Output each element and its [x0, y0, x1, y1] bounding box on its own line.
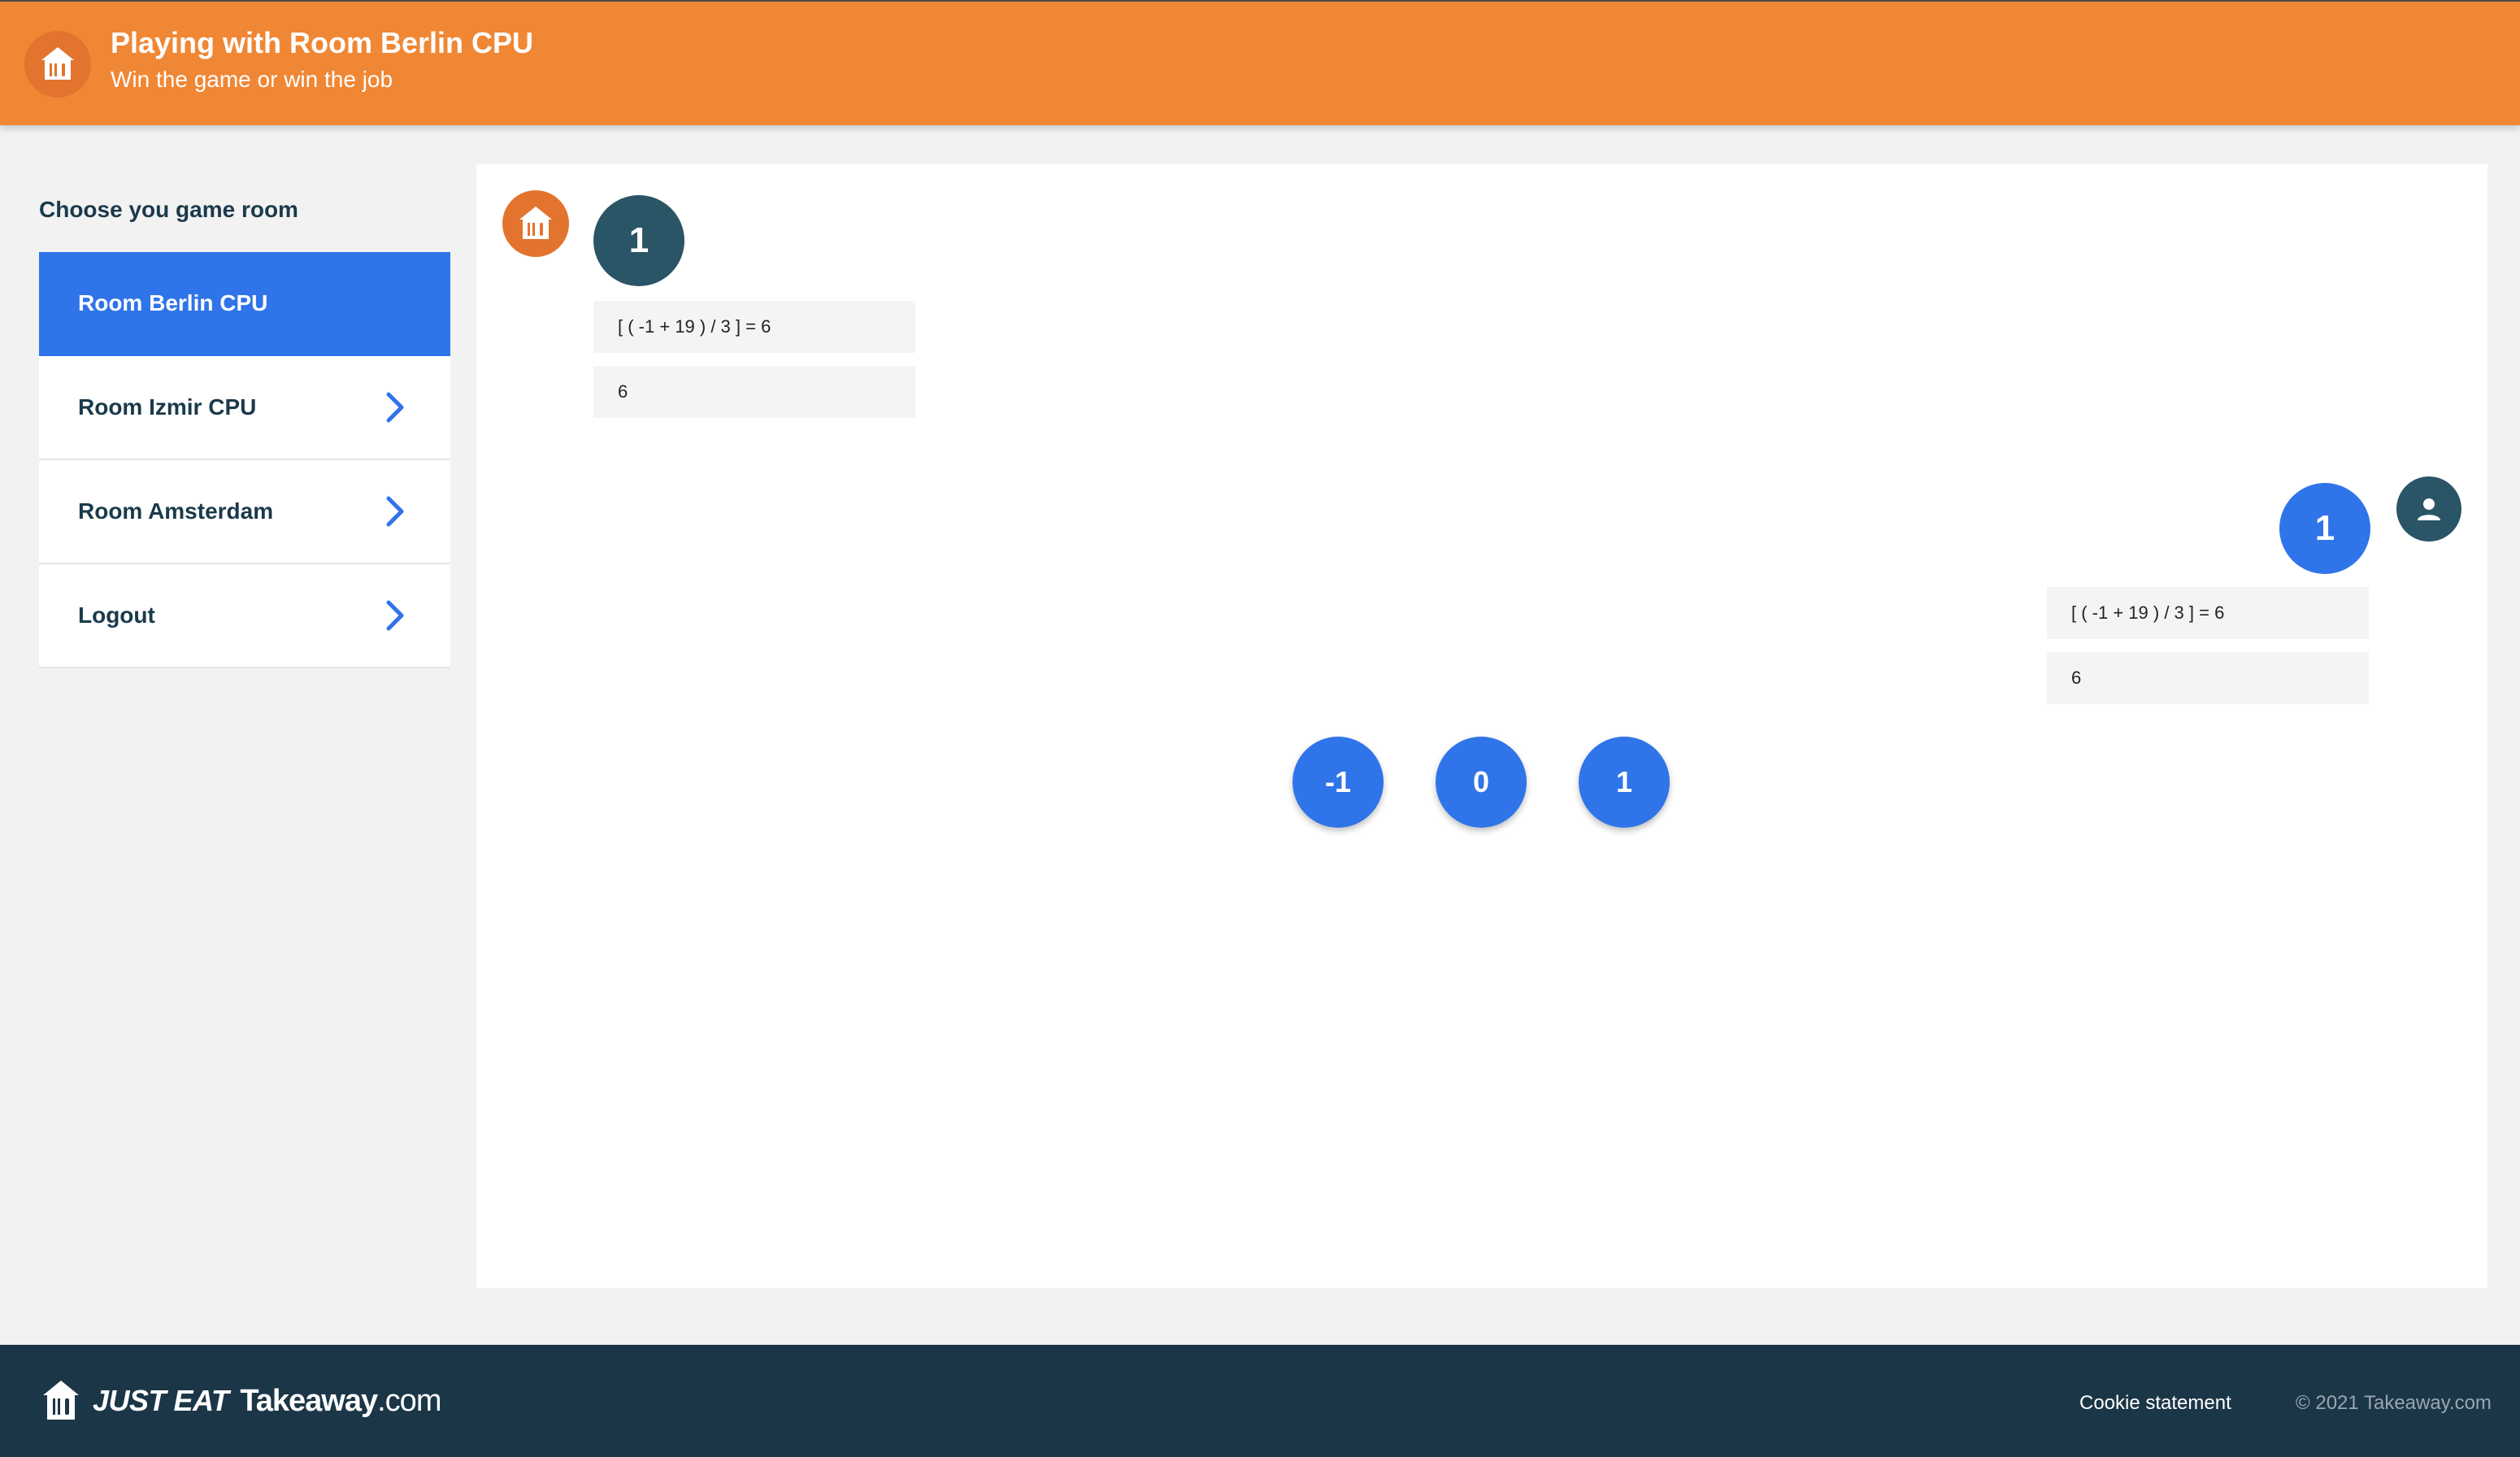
choice-plus-one-button[interactable]: 1: [1579, 737, 1670, 828]
cpu-move-equation: [ ( -1 + 19 ) / 3 ] = 6: [593, 301, 915, 353]
takeaway-house-icon: [43, 1381, 79, 1420]
choice-minus-one-button[interactable]: -1: [1293, 737, 1384, 828]
copyright-text: © 2021 Takeaway.com: [2296, 1392, 2492, 1414]
user-avatar-icon: [2396, 476, 2461, 541]
player-move-result: 6: [2047, 652, 2369, 704]
cpu-avatar-icon: [502, 190, 569, 257]
sidebar-item-logout[interactable]: Logout: [39, 564, 450, 668]
brand-just-eat: JUST EAT: [93, 1384, 229, 1417]
sidebar-item-label: Room Berlin CPU: [78, 290, 268, 315]
brand-takeaway: Takeaway: [240, 1383, 378, 1418]
cookie-statement-link[interactable]: Cookie statement: [2079, 1392, 2231, 1415]
cpu-move-result: 6: [593, 366, 915, 418]
sidebar-item-room-amsterdam[interactable]: Room Amsterdam: [39, 460, 450, 564]
cpu-move-number: 1: [593, 195, 684, 286]
sidebar-item-label: Logout: [78, 602, 155, 628]
page-subtitle: Win the game or win the job: [111, 67, 393, 92]
room-menu: Room Berlin CPU Room Izmir CPU Room Amst…: [39, 252, 450, 668]
sidebar-item-label: Room Amsterdam: [78, 498, 274, 524]
brand-com: .com: [377, 1383, 441, 1418]
sidebar-item-room-izmir-cpu[interactable]: Room Izmir CPU: [39, 356, 450, 460]
player-move-equation: [ ( -1 + 19 ) / 3 ] = 6: [2047, 587, 2369, 639]
player-move-number: 1: [2279, 483, 2370, 574]
chevron-right-icon: [386, 496, 404, 527]
sidebar-heading: Choose you game room: [39, 197, 298, 222]
chevron-right-icon: [386, 392, 404, 423]
sidebar-item-room-berlin-cpu[interactable]: Room Berlin CPU: [39, 252, 450, 356]
chevron-right-icon: [386, 600, 404, 631]
app-header: Playing with Room Berlin CPU Win the gam…: [0, 0, 2520, 125]
sidebar-item-label: Room Izmir CPU: [78, 394, 257, 420]
app-footer: JUST EAT Takeaway .com Cookie statement …: [0, 1345, 2520, 1457]
choice-zero-button[interactable]: 0: [1436, 737, 1527, 828]
game-panel: 1 [ ( -1 + 19 ) / 3 ] = 6 6 1 [ ( -1 + 1…: [476, 164, 2487, 1288]
page-title: Playing with Room Berlin CPU: [111, 26, 534, 59]
takeaway-logo-icon: [24, 31, 91, 98]
just-eat-takeaway-logo: JUST EAT Takeaway .com: [41, 1379, 441, 1423]
